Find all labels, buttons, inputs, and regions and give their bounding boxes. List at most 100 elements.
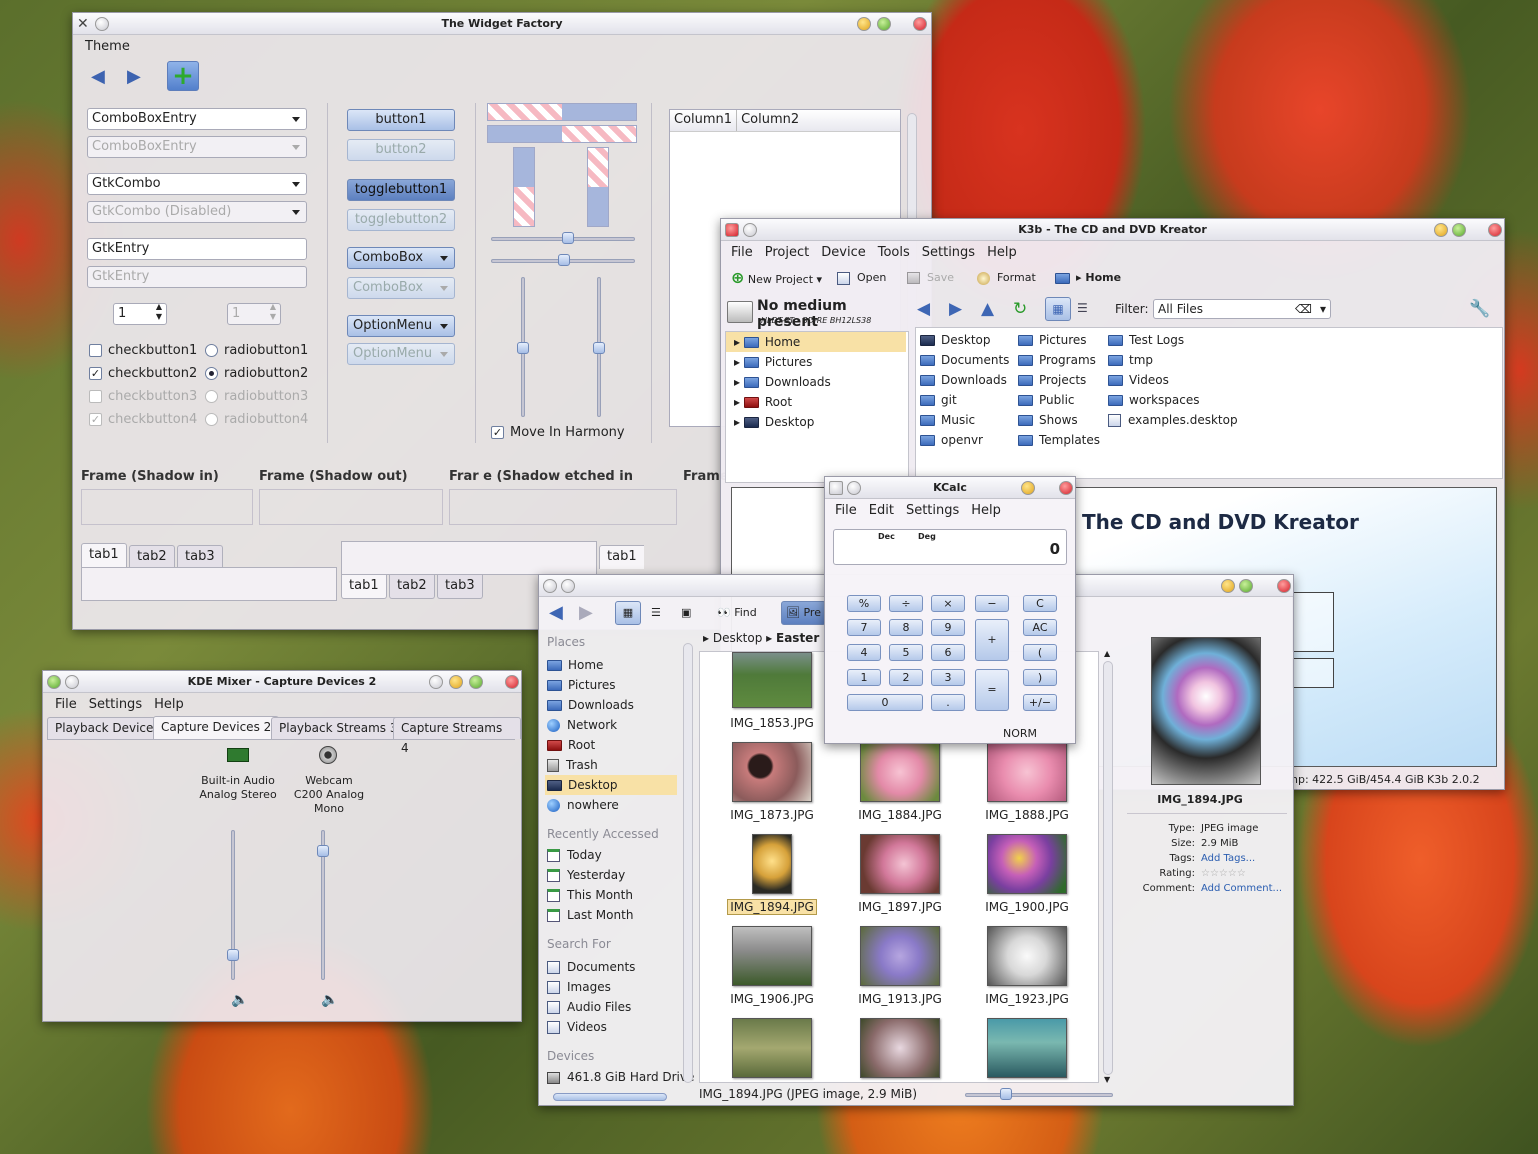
divide-key[interactable]: ÷ [889, 595, 923, 612]
help-button[interactable] [429, 675, 443, 689]
preview-view-icon[interactable]: ▣ [681, 599, 691, 627]
pin-icon[interactable] [95, 17, 109, 31]
tab-b3[interactable]: tab3 [437, 575, 483, 599]
key-7[interactable]: 7 [847, 619, 881, 636]
thumbnail-image[interactable] [860, 742, 940, 802]
gtkcombo[interactable]: GtkCombo [87, 173, 307, 195]
file-item[interactable]: openvr [920, 430, 983, 450]
key-6[interactable]: 6 [931, 644, 965, 661]
key-4[interactable]: 4 [847, 644, 881, 661]
tab-playback-streams[interactable]: Playback Streams 3 [271, 717, 406, 739]
wrench-icon[interactable]: 🔧 [1469, 299, 1490, 319]
close-button[interactable] [1277, 579, 1291, 593]
pin-icon[interactable] [65, 675, 79, 689]
tab-a3[interactable]: tab3 [177, 545, 223, 569]
key-8[interactable]: 8 [889, 619, 923, 636]
recent-this-month[interactable]: This Month [547, 885, 633, 905]
minimize-button[interactable] [857, 17, 871, 31]
close-button[interactable] [1488, 223, 1502, 237]
minimize-button[interactable] [449, 675, 463, 689]
gtkentry[interactable]: GtkEntry [87, 238, 307, 260]
up-icon[interactable]: ▲ [981, 299, 994, 319]
checkbutton2[interactable]: ✓ checkbutton2 [89, 366, 197, 381]
volume-slider-2-handle[interactable] [317, 845, 329, 857]
file-item[interactable]: Shows [1018, 410, 1078, 430]
close-button[interactable] [1059, 481, 1073, 495]
thumbnail-image[interactable] [732, 652, 812, 708]
pin-icon[interactable] [561, 579, 575, 593]
file-item[interactable]: Documents [920, 350, 1009, 370]
plus-key[interactable]: + [975, 619, 1009, 661]
breadcrumb-easter[interactable]: Easter [776, 631, 819, 645]
tree-item-pictures[interactable]: ▸ Pictures [726, 352, 812, 372]
speaker-icon[interactable]: 🔈 [231, 992, 248, 1008]
tree-item-downloads[interactable]: ▸ Downloads [726, 372, 831, 392]
add-icon[interactable]: + [167, 61, 199, 91]
icon-view-icon[interactable]: ▦ [1045, 297, 1071, 321]
tab-capture-streams[interactable]: Capture Streams 4 [393, 717, 521, 755]
menu-help[interactable]: Help [981, 245, 1023, 260]
multiply-key[interactable]: × [931, 595, 965, 612]
equals-key[interactable]: = [975, 669, 1009, 711]
close-paren-key[interactable]: ) [1023, 669, 1057, 686]
file-item[interactable]: Downloads [920, 370, 1007, 390]
minimize-button[interactable] [1021, 481, 1035, 495]
key-9[interactable]: 9 [931, 619, 965, 636]
thumbnail-image[interactable] [987, 834, 1067, 894]
file-item[interactable]: Videos [1108, 370, 1169, 390]
recent-last-month[interactable]: Last Month [547, 905, 633, 925]
button1[interactable]: button1 [347, 109, 455, 131]
mixer-app-icon[interactable] [47, 675, 61, 689]
key-0[interactable]: 0 [847, 694, 923, 711]
places-hscrollbar[interactable] [553, 1093, 667, 1101]
combobox-entry[interactable]: ComboBoxEntry [87, 108, 307, 130]
column2-header[interactable]: Column2 [737, 110, 803, 131]
search-images[interactable]: Images [547, 977, 611, 997]
close-button[interactable] [913, 17, 927, 31]
place-desktop[interactable]: Desktop [545, 775, 677, 795]
column1-header[interactable]: Column1 [670, 110, 738, 131]
back-icon[interactable]: ◀ [917, 299, 930, 319]
key-2[interactable]: 2 [889, 669, 923, 686]
forward-icon[interactable]: ▶ [949, 299, 962, 319]
thumbnail-image[interactable] [860, 1018, 940, 1078]
open-button[interactable]: Open [837, 265, 886, 291]
menu-project[interactable]: Project [759, 245, 815, 260]
hscale-1[interactable] [491, 232, 635, 244]
tab-c1[interactable]: tab1 [599, 545, 644, 569]
menu-help[interactable]: Help [148, 697, 190, 712]
place-network[interactable]: Network [547, 715, 617, 735]
back-icon[interactable]: ◀ [549, 599, 563, 627]
volume-slider-1-handle[interactable] [227, 949, 239, 961]
menu-edit[interactable]: Edit [863, 503, 900, 518]
place-downloads[interactable]: Downloads [547, 695, 634, 715]
k3b-project-box-1[interactable] [1292, 592, 1334, 652]
sign-key[interactable]: +/− [1023, 694, 1057, 711]
tab-b1[interactable]: tab1 [341, 575, 387, 599]
combobox-button[interactable]: ComboBox [347, 247, 455, 269]
key-5[interactable]: 5 [889, 644, 923, 661]
hscale-2[interactable] [491, 254, 635, 266]
radiobutton2[interactable]: radiobutton2 [205, 366, 308, 381]
k3b-folder-tree[interactable]: ▸ Home ▸ Pictures ▸ Downloads ▸ Root ▸ D… [725, 331, 909, 483]
menu-file[interactable]: File [725, 245, 759, 260]
maximize-button[interactable] [877, 17, 891, 31]
format-button[interactable]: Format [977, 265, 1036, 291]
thumbnail-image[interactable] [732, 742, 812, 802]
file-item[interactable]: Public [1018, 390, 1075, 410]
thumbnail-image[interactable] [987, 1018, 1067, 1078]
menu-settings[interactable]: Settings [900, 503, 965, 518]
detail-view-icon[interactable]: ☰ [1077, 301, 1088, 315]
file-item[interactable]: Music [920, 410, 975, 430]
search-documents[interactable]: Documents [547, 957, 635, 977]
menu-device[interactable]: Device [815, 245, 871, 260]
place-root[interactable]: Root [547, 735, 595, 755]
window-menu-icon[interactable]: ✕ [77, 13, 89, 35]
place-pictures[interactable]: Pictures [547, 675, 616, 695]
menu-tools[interactable]: Tools [872, 245, 916, 260]
tab-playback-devices[interactable]: Playback Devices [47, 717, 168, 739]
tree-item-root[interactable]: ▸ Root [726, 392, 792, 412]
thumbnail-view-icon[interactable]: ▦ [615, 601, 641, 625]
minimize-button[interactable] [1434, 223, 1448, 237]
preview-button[interactable]: 🖼 Pre [781, 601, 826, 625]
